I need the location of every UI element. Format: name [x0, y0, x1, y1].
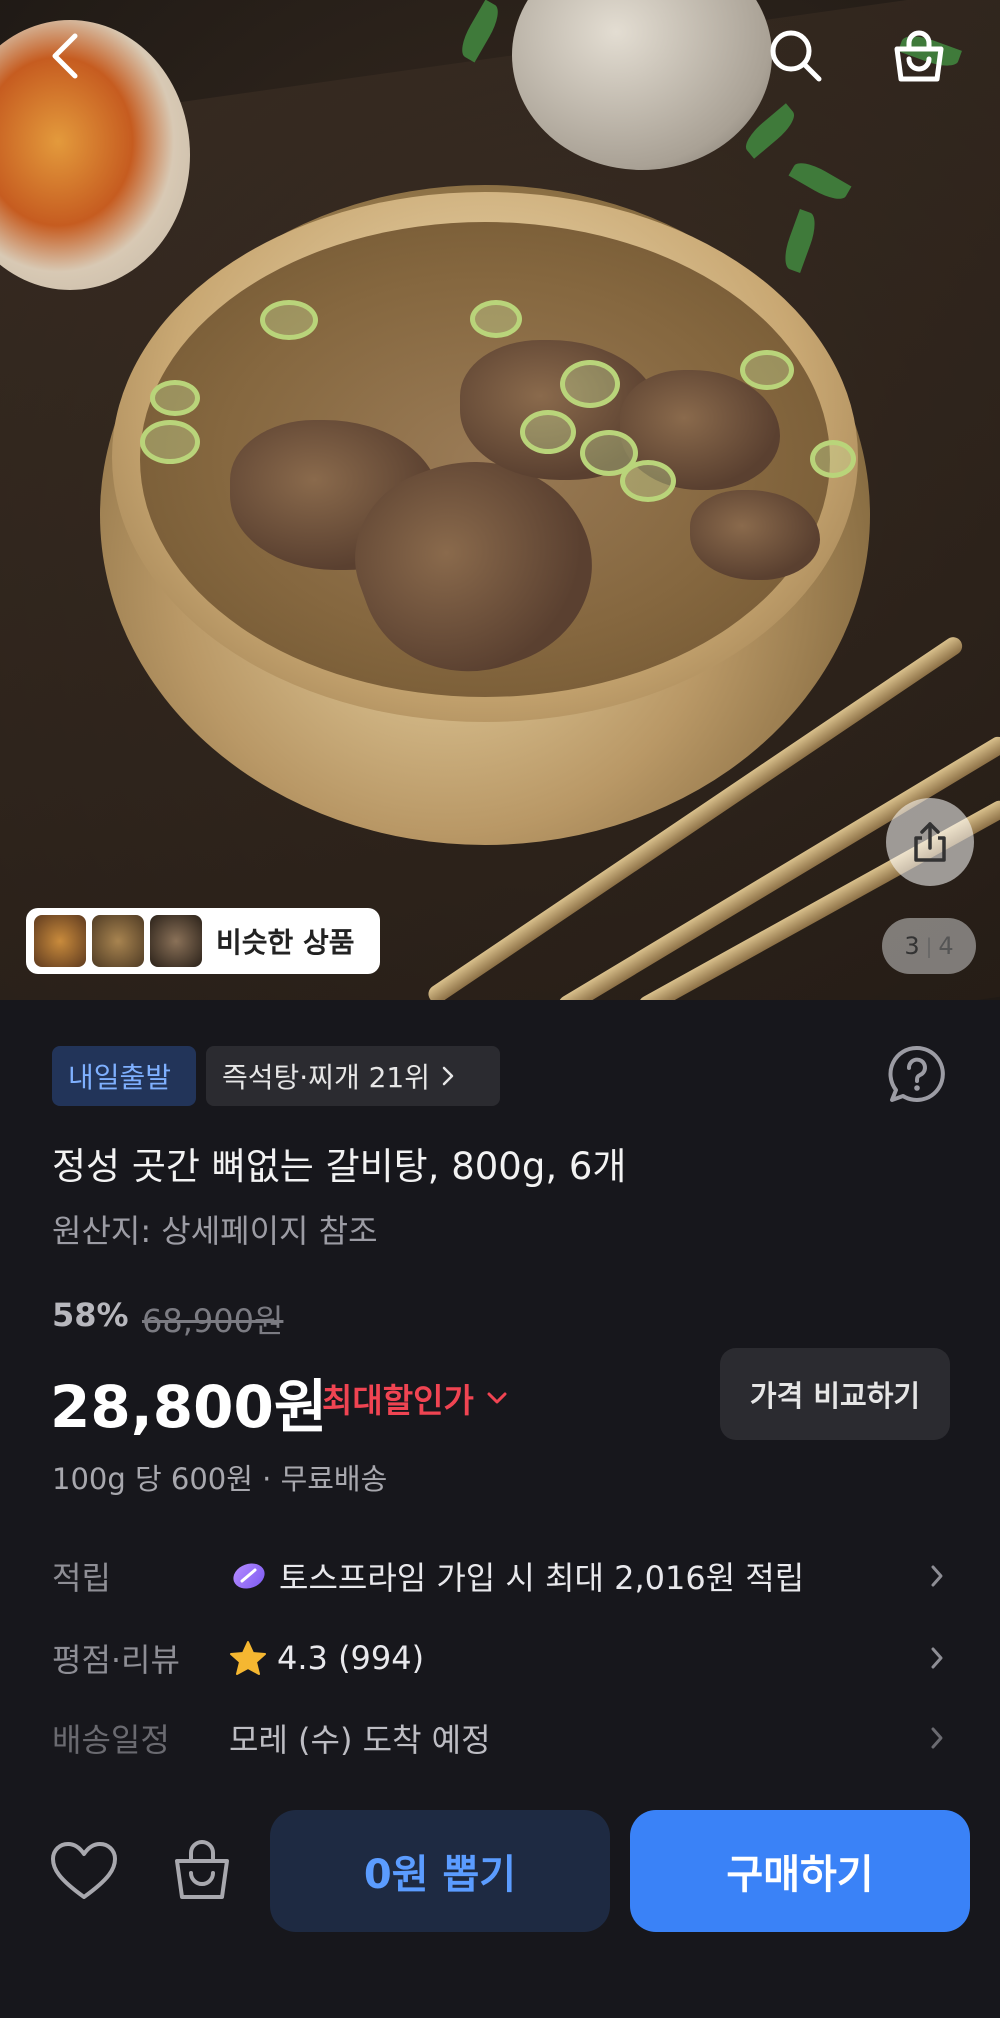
compare-price-button[interactable]: 가격 비교하기	[720, 1348, 950, 1440]
similar-label: 비슷한 상품	[216, 926, 355, 959]
add-to-cart-button[interactable]	[166, 1834, 238, 1906]
share-icon	[914, 822, 946, 862]
info-row-reward[interactable]: 적립 토스프라임 가입 시 최대 2,016원 적립	[52, 1546, 952, 1606]
shopping-bag-icon	[175, 1840, 229, 1899]
max-discount-label: 최대할인가	[322, 1381, 474, 1420]
info-row-label: 평점·리뷰	[52, 1641, 180, 1679]
heart-icon	[51, 1842, 117, 1899]
help-button[interactable]	[886, 1044, 948, 1106]
chevron-right-icon	[931, 1727, 943, 1749]
product-origin: 원산지: 상세페이지 참조	[52, 1212, 378, 1250]
info-row-value: 4.3 (994)	[277, 1639, 425, 1677]
info-row-value: 토스프라임 가입 시 최대 2,016원 적립	[279, 1559, 805, 1597]
chevron-right-icon	[931, 1565, 943, 1587]
chevron-down-icon	[487, 1392, 507, 1404]
wishlist-button[interactable]	[48, 1838, 120, 1906]
search-icon	[770, 30, 822, 82]
original-price: 68,900원	[142, 1302, 284, 1340]
question-bubble-icon	[888, 1045, 945, 1102]
info-row-value: 모레 (수) 도착 예정	[229, 1721, 491, 1759]
cart-button[interactable]	[888, 26, 950, 88]
info-row-rating[interactable]: 평점·리뷰 4.3 (994)	[52, 1628, 952, 1688]
star-icon	[230, 1641, 266, 1675]
max-discount-toggle[interactable]: 최대할인가	[322, 1374, 508, 1422]
delivery-badge: 내일출발	[52, 1046, 196, 1106]
delivery-badge-label: 내일출발	[68, 1061, 172, 1094]
search-button[interactable]	[766, 26, 826, 86]
category-rank-badge[interactable]: 즉석탕·찌개 21위	[206, 1046, 500, 1106]
rank-label: 즉석탕·찌개 21위	[222, 1061, 430, 1094]
sale-price: 28,800원	[50, 1373, 328, 1441]
similar-thumb	[92, 915, 144, 967]
zero-won-draw-button[interactable]: 0원 뽑기	[270, 1810, 610, 1932]
buy-label: 구매하기	[726, 1852, 874, 1898]
counter-total: 4	[938, 932, 954, 960]
product-image[interactable]: 3 | 4 비슷한 상품	[0, 0, 1000, 1000]
back-button[interactable]	[40, 28, 90, 84]
zero-won-label: 0원 뽑기	[363, 1852, 517, 1898]
similar-products-button[interactable]: 비슷한 상품	[26, 908, 380, 974]
unit-price-shipping: 100g 당 600원 · 무료배송	[52, 1462, 388, 1496]
product-title: 정성 곳간 뼈없는 갈비탕, 800g, 6개	[52, 1145, 627, 1188]
share-button[interactable]	[886, 798, 974, 886]
compare-label: 가격 비교하기	[749, 1379, 921, 1413]
discount-rate: 58%	[52, 1296, 129, 1334]
chevron-right-icon	[442, 1066, 454, 1086]
counter-current: 3	[904, 932, 920, 960]
similar-thumb	[34, 915, 86, 967]
chevron-right-icon	[931, 1647, 943, 1669]
buy-button[interactable]: 구매하기	[630, 1810, 970, 1932]
similar-thumb	[150, 915, 202, 967]
shopping-bag-icon	[894, 30, 944, 82]
info-row-delivery[interactable]: 배송일정 모레 (수) 도착 예정	[52, 1708, 952, 1768]
toss-prime-icon	[233, 1563, 265, 1589]
image-counter: 3 | 4	[882, 918, 976, 974]
info-row-label: 배송일정	[52, 1721, 170, 1759]
info-row-label: 적립	[52, 1559, 111, 1597]
counter-separator: |	[925, 934, 933, 958]
chevron-left-icon	[52, 33, 78, 79]
